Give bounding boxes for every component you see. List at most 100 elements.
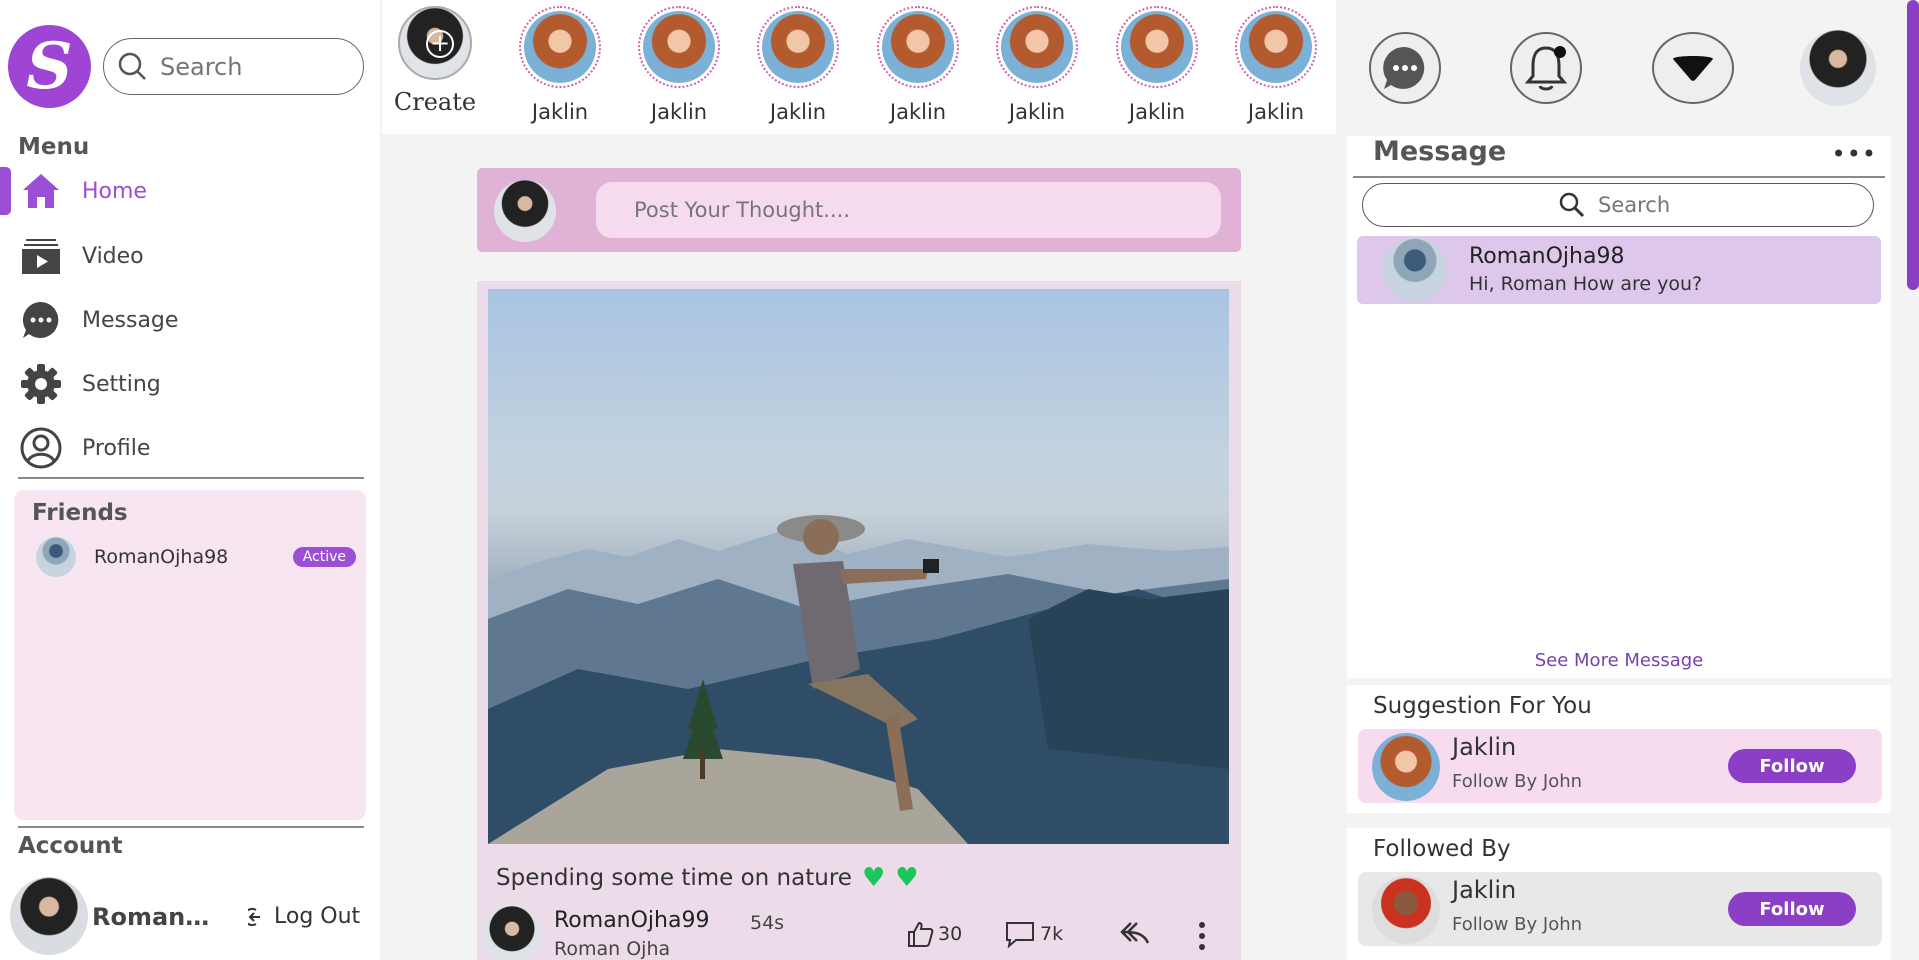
stories-bar: + Create Jaklin Jaklin Jaklin Jaklin Jak… xyxy=(382,0,1336,134)
suggestion-sub: Follow By John xyxy=(1452,771,1583,792)
sidebar-item-video[interactable]: Video xyxy=(0,227,380,285)
follow-button[interactable]: Follow xyxy=(1728,892,1856,926)
caption-text: Spending some time on nature xyxy=(496,865,852,891)
search-box[interactable] xyxy=(103,38,364,95)
message-icon xyxy=(20,299,62,341)
message-title: Message xyxy=(1373,136,1507,167)
story-item[interactable]: Jaklin xyxy=(505,6,615,124)
heart-icon: ♥ xyxy=(861,863,886,893)
divider xyxy=(18,826,364,828)
friend-name: RomanOjha98 xyxy=(94,546,229,568)
suggestions-title: Suggestion For You xyxy=(1373,693,1592,719)
post-input[interactable] xyxy=(596,182,1221,238)
post-fullname: Roman Ojha xyxy=(554,938,671,960)
story-item[interactable]: Jaklin xyxy=(863,6,973,124)
follow-button[interactable]: Follow xyxy=(1728,749,1856,783)
left-sidebar: S Menu Home Video Message Setting Profil… xyxy=(0,0,380,960)
story-ring xyxy=(877,6,959,88)
followed-by-item: Jaklin Follow By John Follow xyxy=(1358,872,1882,946)
search-icon xyxy=(118,52,146,80)
logout-label: Log Out xyxy=(274,904,361,929)
sidebar-item-message[interactable]: Message xyxy=(0,291,380,349)
suggestions-panel: Suggestion For You Jaklin Follow By John… xyxy=(1347,685,1891,813)
avatar xyxy=(36,537,76,577)
share-icon xyxy=(1120,922,1150,944)
create-story[interactable]: + Create xyxy=(380,6,490,116)
story-ring xyxy=(1116,6,1198,88)
story-item[interactable]: Jaklin xyxy=(1221,6,1331,124)
followed-by-name: Jaklin xyxy=(1452,876,1517,904)
message-sender: RomanOjha98 xyxy=(1469,244,1625,269)
avatar xyxy=(1001,11,1073,83)
sidebar-item-label: Message xyxy=(82,307,179,333)
avatar xyxy=(1240,11,1312,83)
sidebar-item-label: Home xyxy=(82,178,147,204)
more-horizontal-icon[interactable]: ••• xyxy=(1832,140,1877,168)
comment-button[interactable]: 7k xyxy=(1004,920,1063,948)
story-name: Jaklin xyxy=(650,100,708,124)
sidebar-item-home[interactable]: Home xyxy=(0,162,380,220)
sidebar-item-profile[interactable]: Profile xyxy=(0,419,380,477)
avatar[interactable] xyxy=(1372,733,1440,801)
message-search[interactable] xyxy=(1362,183,1874,227)
caret-down-icon xyxy=(1673,56,1713,81)
post-composer xyxy=(477,168,1241,252)
avatar[interactable] xyxy=(482,906,542,960)
page-scrollbar[interactable] xyxy=(1907,0,1919,290)
friend-item[interactable]: RomanOjha98 Active xyxy=(36,536,356,578)
story-item[interactable]: Jaklin xyxy=(1102,6,1212,124)
story-name: Jaklin xyxy=(1128,100,1186,124)
post-card: Spending some time on nature ♥ ♥ RomanOj… xyxy=(477,281,1241,960)
logout-icon xyxy=(248,907,260,926)
post-footer: RomanOjha99 Roman Ojha 54s 30 7k xyxy=(482,906,1232,960)
followed-by-title: Followed By xyxy=(1373,836,1511,862)
app-logo[interactable]: S xyxy=(8,25,91,108)
avatar[interactable] xyxy=(1800,30,1876,106)
story-name: Jaklin xyxy=(1247,100,1305,124)
sidebar-item-label: Setting xyxy=(82,371,161,397)
avatar[interactable] xyxy=(10,877,88,955)
message-preview: Hi, Roman How are you? xyxy=(1469,273,1703,295)
comment-count: 7k xyxy=(1040,923,1064,945)
post-username[interactable]: RomanOjha99 xyxy=(554,908,709,933)
create-story-label: Create xyxy=(393,88,477,116)
story-ring xyxy=(519,6,601,88)
share-button[interactable] xyxy=(1119,920,1151,946)
menu-title: Menu xyxy=(18,134,90,160)
divider xyxy=(18,477,364,479)
like-button[interactable]: 30 xyxy=(906,920,962,948)
home-icon xyxy=(20,170,62,212)
more-options-button[interactable] xyxy=(1196,920,1208,952)
see-more-messages-link[interactable]: See More Message xyxy=(1347,650,1891,671)
story-ring xyxy=(638,6,720,88)
thumbs-up-icon xyxy=(908,921,934,947)
avatar xyxy=(524,11,596,83)
message-search-input[interactable] xyxy=(1598,193,1678,217)
account-name: RomanOj... xyxy=(92,903,222,931)
suggestion-item: Jaklin Follow By John Follow xyxy=(1358,729,1882,803)
post-caption: Spending some time on nature ♥ ♥ xyxy=(496,863,919,893)
story-ring xyxy=(757,6,839,88)
search-input[interactable] xyxy=(160,52,340,81)
message-item[interactable]: RomanOjha98 Hi, Roman How are you? xyxy=(1357,236,1881,304)
avatar xyxy=(1121,11,1193,83)
sidebar-item-setting[interactable]: Setting xyxy=(0,355,380,413)
story-name: Jaklin xyxy=(889,100,947,124)
story-item[interactable]: Jaklin xyxy=(982,6,1092,124)
message-icon xyxy=(1383,46,1425,89)
dropdown-button[interactable] xyxy=(1652,32,1734,104)
message-panel: Message ••• RomanOjha98 Hi, Roman How ar… xyxy=(1347,136,1891,678)
sidebar-item-label: Profile xyxy=(82,435,151,461)
post-time: 54s xyxy=(750,912,785,934)
logout-button[interactable]: Log Out xyxy=(248,904,360,929)
like-count: 30 xyxy=(938,923,963,945)
notifications-button[interactable] xyxy=(1510,32,1582,104)
messages-button[interactable] xyxy=(1369,32,1441,104)
post-image[interactable] xyxy=(488,289,1229,844)
suggestion-name: Jaklin xyxy=(1452,733,1517,761)
search-icon xyxy=(1559,192,1585,218)
story-item[interactable]: Jaklin xyxy=(743,6,853,124)
story-item[interactable]: Jaklin xyxy=(624,6,734,124)
followed-by-sub: Follow By John xyxy=(1452,914,1583,935)
avatar[interactable] xyxy=(1372,876,1440,944)
